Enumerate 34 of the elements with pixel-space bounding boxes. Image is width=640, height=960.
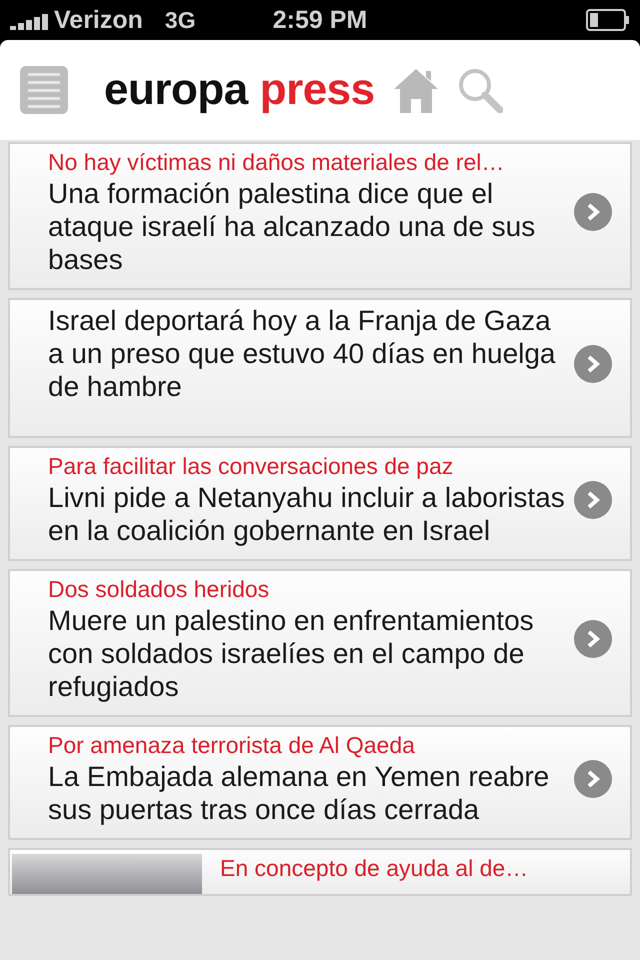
status-time: 2:59 PM xyxy=(272,6,368,34)
article-kicker: Para facilitar las conversaciones de paz xyxy=(48,452,454,481)
chevron-button[interactable] xyxy=(574,620,612,658)
chevron-button[interactable] xyxy=(574,760,612,798)
article-kicker: En concepto de ayuda al de… xyxy=(220,854,528,883)
network-type: 3G xyxy=(164,6,196,34)
search-icon xyxy=(456,67,503,113)
search-button[interactable] xyxy=(456,67,503,113)
chevron-icon xyxy=(585,354,601,374)
chevron-button[interactable] xyxy=(574,345,612,383)
article-kicker: No hay víctimas ni daños materiales de rel… xyxy=(48,148,506,177)
article-headline: La Embajada alemana en Yemen reabre sus puertas tras once días cerrada xyxy=(48,760,550,826)
article-card[interactable]: Para facilitar las conversaciones de paz Livni pide a Netanyahu incluir a laboristas en la coalición gobernante en Israel xyxy=(8,446,632,561)
article-card[interactable]: Dos soldados heridos Muere un palestino en enfrentamientos con soldados israelíes en el campo de refugiados xyxy=(8,569,632,717)
chevron-icon xyxy=(585,202,601,222)
article-card[interactable]: No hay víctimas ni daños materiales de rel… Una formación palestina dice que el ataque israelí ha alcanzado una de sus bases xyxy=(8,142,632,290)
chevron-icon xyxy=(585,768,601,788)
article-kicker: Dos soldados heridos xyxy=(48,575,270,604)
article-kicker: Por amenaza terrorista de Al Qaeda xyxy=(48,731,416,760)
article-headline: Muere un palestino en enfrentamientos con soldados israelíes en el campo de refugiados xyxy=(48,604,535,703)
article-card[interactable]: Por amenaza terrorista de Al Qaeda La Embajada alemana en Yemen reabre sus puertas tras once días cerrada xyxy=(8,725,632,840)
article-card[interactable]: En concepto de ayuda al de… xyxy=(8,848,632,896)
chevron-icon xyxy=(585,629,601,649)
chevron-button[interactable] xyxy=(574,193,612,231)
home-icon xyxy=(392,67,439,113)
home-button[interactable] xyxy=(392,67,439,113)
article-card[interactable]: Israel deportará hoy a la Franja de Gaza a un preso que estuvo 40 días en huelga de hambre xyxy=(8,298,632,438)
battery-icon xyxy=(586,9,630,31)
carrier-name: Verizon xyxy=(54,6,143,34)
chevron-button[interactable] xyxy=(574,480,612,518)
article-headline: Una formación palestina dice que el ataque israelí ha alcanzado una de sus bases xyxy=(48,177,536,276)
chevron-icon xyxy=(585,490,601,510)
article-headline: Israel deportará hoy a la Franja de Gaza a un preso que estuvo 40 días en huelga de hambre xyxy=(48,304,556,403)
article-headline: Livni pide a Netanyahu incluir a laboristas en la coalición gobernante en Israel xyxy=(48,481,566,547)
